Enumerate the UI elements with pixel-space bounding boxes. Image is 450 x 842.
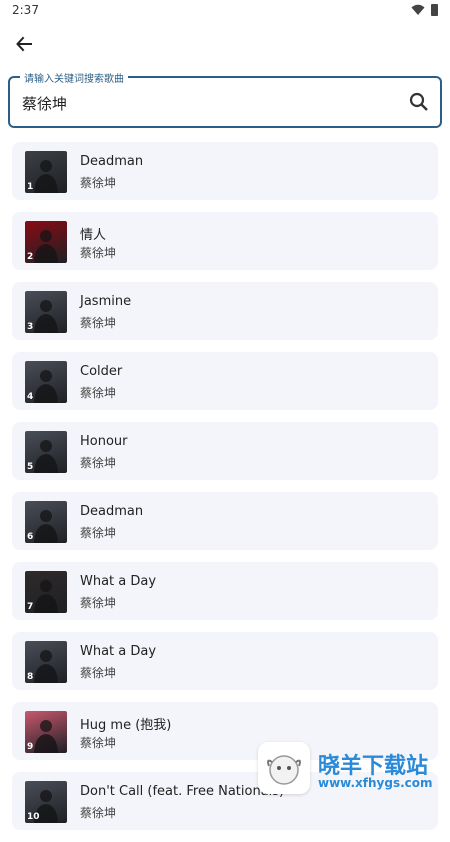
song-title: Colder	[80, 364, 123, 379]
song-title: What a Day	[80, 574, 157, 589]
watermark-url: www.xfhygs.com	[318, 776, 433, 790]
track-number: 10	[27, 812, 40, 822]
track-number: 1	[27, 182, 34, 192]
search-icon[interactable]	[408, 91, 430, 113]
status-bar: 2:37	[0, 0, 450, 22]
album-art: 5	[25, 431, 67, 473]
track-number: 8	[27, 672, 34, 682]
song-artist: 蔡徐坤	[80, 596, 117, 610]
track-number: 3	[27, 322, 34, 332]
track-number: 2	[27, 252, 34, 262]
song-title: Deadman	[80, 154, 144, 169]
search-input[interactable]	[20, 91, 404, 115]
song-artist: 蔡徐坤	[80, 526, 117, 540]
song-artist: 蔡徐坤	[80, 386, 117, 400]
song-list: 1 Deadman 蔡徐坤 2 情人 蔡徐坤 3 Jasmine 蔡徐坤 4 Colder 蔡徐坤 5 H…	[12, 142, 438, 842]
song-title: Don't Call (feat. Free Nationals)	[80, 784, 285, 799]
album-art: 4	[25, 361, 67, 403]
status-icons	[411, 4, 438, 16]
search-field[interactable]: 请输入关键词搜索歌曲	[8, 70, 442, 128]
song-title: What a Day	[80, 644, 157, 659]
back-button[interactable]	[10, 30, 38, 58]
album-art: 8	[25, 641, 67, 683]
battery-icon	[431, 4, 438, 16]
song-artist: 蔡徐坤	[80, 456, 117, 470]
song-artist: 蔡徐坤	[80, 806, 117, 820]
arrow-left-icon	[16, 36, 32, 52]
song-item[interactable]: 8 What a Day 蔡徐坤	[12, 632, 438, 690]
track-number: 6	[27, 532, 34, 542]
song-title: Jasmine	[80, 294, 132, 309]
song-item[interactable]: 1 Deadman 蔡徐坤	[12, 142, 438, 200]
track-number: 5	[27, 462, 34, 472]
song-artist: 蔡徐坤	[80, 176, 117, 190]
song-artist: 蔡徐坤	[80, 666, 117, 680]
song-item[interactable]: 2 情人蔡徐坤	[12, 212, 438, 270]
song-artist: 蔡徐坤	[80, 246, 117, 260]
album-art: 7	[25, 571, 67, 613]
status-time: 2:37	[12, 3, 39, 17]
track-number: 7	[27, 602, 34, 612]
song-item[interactable]: 3 Jasmine 蔡徐坤	[12, 282, 438, 340]
song-item[interactable]: 5 Honour 蔡徐坤	[12, 422, 438, 480]
song-item[interactable]: 7 What a Day 蔡徐坤	[12, 562, 438, 620]
album-art: 2	[25, 221, 67, 263]
album-art: 9	[25, 711, 67, 753]
album-art: 1	[25, 151, 67, 193]
wifi-icon	[411, 4, 425, 15]
song-item[interactable]: 6 Deadman 蔡徐坤	[12, 492, 438, 550]
song-title: Deadman	[80, 504, 144, 519]
track-number: 4	[27, 392, 34, 402]
search-label: 请输入关键词搜索歌曲	[20, 70, 128, 85]
song-item[interactable]: 4 Colder 蔡徐坤	[12, 352, 438, 410]
song-title: Hug me (抱我)	[80, 718, 172, 733]
song-title: Honour	[80, 434, 128, 449]
song-title: 情人	[80, 228, 107, 243]
watermark: 晓羊下载站 www.xfhygs.com	[258, 742, 450, 800]
song-artist: 蔡徐坤	[80, 316, 117, 330]
album-art: 10	[25, 781, 67, 823]
track-number: 9	[27, 742, 34, 752]
album-art: 6	[25, 501, 67, 543]
watermark-logo-icon	[258, 742, 310, 794]
song-artist: 蔡徐坤	[80, 736, 117, 750]
album-art: 3	[25, 291, 67, 333]
